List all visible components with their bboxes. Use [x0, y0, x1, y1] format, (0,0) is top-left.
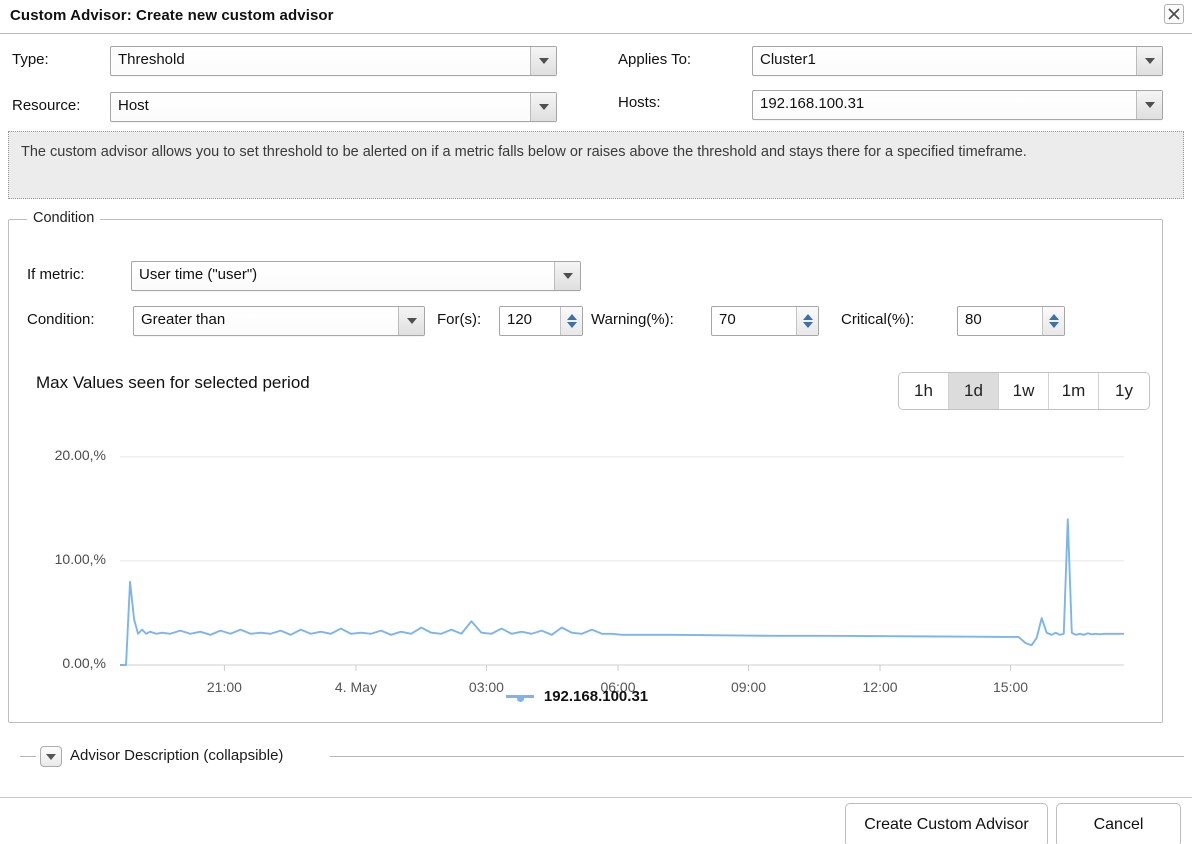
metric-select-value: User time ("user"): [139, 266, 258, 283]
type-select[interactable]: Threshold: [110, 46, 557, 76]
if-metric-label: If metric:: [27, 266, 85, 283]
advisor-help-text: The custom advisor allows you to set thr…: [8, 131, 1184, 199]
y-axis-label: 20.00,%: [54, 446, 106, 463]
range-button-1h[interactable]: 1h: [899, 373, 949, 409]
range-button-1d[interactable]: 1d: [949, 373, 999, 409]
applies-to-select[interactable]: Cluster1: [752, 46, 1163, 76]
divider-right: [330, 756, 1184, 757]
chart-svg: [120, 456, 1124, 671]
chart-range-selector[interactable]: 1h 1d 1w 1m 1y: [898, 372, 1150, 410]
stepper-up-icon[interactable]: [566, 314, 577, 320]
warning-label: Warning(%):: [591, 311, 674, 328]
applies-to-select-value: Cluster1: [760, 51, 816, 68]
range-button-1y[interactable]: 1y: [1099, 373, 1149, 409]
y-axis-label: 10.00,%: [54, 550, 106, 567]
duration-stepper[interactable]: 120: [499, 306, 583, 336]
stepper-down-icon[interactable]: [1048, 322, 1059, 328]
duration-label: For(s):: [437, 311, 482, 328]
dialog-titlebar: Custom Advisor: Create new custom adviso…: [0, 0, 1192, 34]
warning-value[interactable]: 70: [712, 307, 796, 335]
type-select-value: Threshold: [118, 51, 185, 68]
condition-operator-label: Condition:: [27, 311, 95, 328]
type-label: Type:: [12, 51, 49, 68]
critical-stepper-buttons[interactable]: [1042, 307, 1064, 335]
critical-stepper[interactable]: 80: [957, 306, 1065, 336]
chart-title: Max Values seen for selected period: [36, 373, 310, 392]
chevron-down-icon: [1136, 47, 1162, 75]
advisor-description-label: Advisor Description (collapsible): [70, 747, 290, 764]
chevron-down-icon: [398, 307, 424, 335]
range-button-1w[interactable]: 1w: [999, 373, 1049, 409]
hosts-select[interactable]: 192.168.100.31: [752, 90, 1163, 120]
series-line: [120, 518, 1124, 666]
warning-stepper-buttons[interactable]: [796, 307, 818, 335]
condition-operator-value: Greater than: [141, 311, 226, 328]
applies-to-label: Applies To:: [618, 51, 692, 68]
dialog-title: Custom Advisor: Create new custom adviso…: [10, 7, 334, 24]
close-icon[interactable]: [1164, 4, 1184, 24]
resource-label: Resource:: [12, 97, 81, 114]
condition-operator-select[interactable]: Greater than: [133, 306, 425, 336]
metric-select[interactable]: User time ("user"): [131, 261, 581, 291]
stepper-down-icon[interactable]: [566, 322, 577, 328]
chevron-down-icon: [554, 262, 580, 290]
condition-legend: Condition: [27, 210, 101, 226]
chevron-down-icon: [530, 93, 556, 121]
resource-select-value: Host: [118, 97, 149, 114]
hosts-label: Hosts:: [618, 94, 661, 111]
divider-left: [20, 756, 36, 757]
range-button-1m[interactable]: 1m: [1049, 373, 1099, 409]
chart-legend: 192.168.100.31: [12, 688, 1142, 705]
critical-label: Critical(%):: [841, 311, 915, 328]
stepper-up-icon[interactable]: [1048, 314, 1059, 320]
critical-value[interactable]: 80: [958, 307, 1042, 335]
warning-stepper[interactable]: 70: [711, 306, 819, 336]
duration-stepper-buttons[interactable]: [560, 307, 582, 335]
y-axis-label: 0.00,%: [62, 655, 106, 671]
legend-marker-icon: [505, 694, 534, 702]
create-custom-advisor-button[interactable]: Create Custom Advisor: [845, 803, 1048, 844]
chevron-down-icon: [1136, 91, 1162, 119]
advisor-description-section: Advisor Description (collapsible): [8, 742, 1184, 772]
max-values-chart: 0.00,% 10.00,% 20.00,% 21:00 4. May 03:00 06:0…: [12, 420, 1142, 720]
footer-divider: [0, 797, 1192, 798]
custom-advisor-dialog: Custom Advisor: Create new custom adviso…: [0, 0, 1192, 844]
legend-label[interactable]: 192.168.100.31: [544, 688, 648, 705]
hosts-select-value: 192.168.100.31: [760, 95, 865, 112]
chevron-down-icon[interactable]: [40, 746, 62, 767]
cancel-button[interactable]: Cancel: [1056, 803, 1181, 844]
chevron-down-icon: [530, 47, 556, 75]
stepper-up-icon[interactable]: [802, 314, 813, 320]
advisor-help-paragraph: The custom advisor allows you to set thr…: [21, 144, 1027, 160]
duration-value[interactable]: 120: [500, 307, 560, 335]
resource-select[interactable]: Host: [110, 92, 557, 122]
stepper-down-icon[interactable]: [802, 322, 813, 328]
